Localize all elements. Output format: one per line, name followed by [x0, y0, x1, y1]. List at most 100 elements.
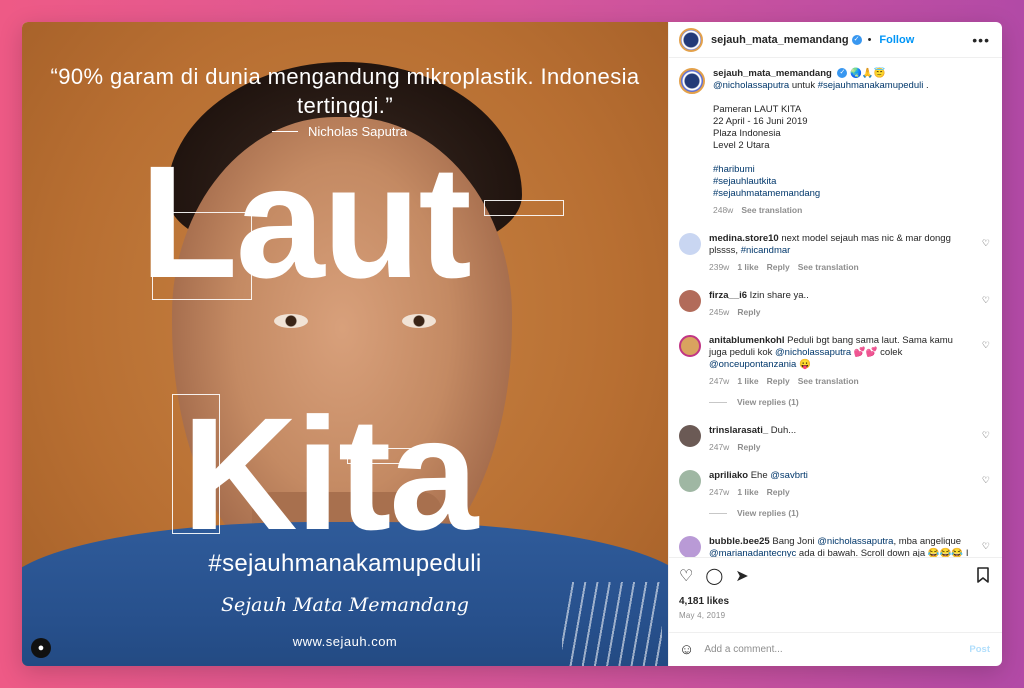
comment-body: medina.store10 next model sejauh mas nic…: [709, 233, 990, 273]
likes-count[interactable]: 4,181 likes: [679, 596, 990, 607]
comment-mention[interactable]: @nicholassaputra: [817, 536, 893, 547]
reply-button[interactable]: Reply: [767, 486, 790, 498]
comment-time[interactable]: 247w: [709, 441, 729, 453]
commenter-avatar[interactable]: [679, 290, 701, 312]
comment-text: Bang Joni: [772, 536, 815, 547]
caption-avatar[interactable]: [679, 68, 705, 94]
comment-likes[interactable]: 1 like: [737, 486, 758, 498]
see-translation-button[interactable]: See translation: [798, 261, 859, 273]
commenter-avatar[interactable]: [679, 335, 701, 357]
comment-body: anitablumenkohl Peduli bgt bang sama lau…: [709, 335, 990, 387]
comment-time[interactable]: 245w: [709, 306, 729, 318]
event-place: Plaza Indonesia: [713, 128, 781, 139]
commenter-avatar[interactable]: [679, 470, 701, 492]
see-translation-button[interactable]: See translation: [798, 375, 859, 387]
like-comment-heart-icon[interactable]: ♡: [982, 474, 990, 486]
comment-bubble-icon[interactable]: ◯: [705, 569, 723, 585]
brand-signature: Sejauh Mata Memandang: [221, 594, 469, 616]
event-level: Level 2 Utara: [713, 140, 770, 151]
comment-time[interactable]: 247w: [709, 375, 729, 387]
like-comment-heart-icon[interactable]: ♡: [982, 294, 990, 306]
comment-text: Duh...: [770, 425, 797, 436]
comment-username[interactable]: anitablumenkohl: [709, 335, 784, 346]
view-replies-button[interactable]: View replies (1): [709, 507, 990, 519]
comment-input[interactable]: [704, 644, 960, 655]
comment-username[interactable]: medina.store10: [709, 233, 779, 244]
view-replies-label: View replies (1): [737, 508, 799, 518]
comment-username[interactable]: trinslarasati_: [709, 425, 768, 436]
commenter-avatar[interactable]: [679, 425, 701, 447]
comment-meta: 247w 1 like Reply: [709, 486, 972, 498]
caption-meta: 248w See translation: [713, 204, 990, 216]
comment-body: apriliako Ehe @savbrti 247w 1 like Reply: [709, 470, 990, 498]
comment-mention[interactable]: @savbrti: [770, 470, 808, 481]
like-comment-heart-icon[interactable]: ♡: [982, 429, 990, 441]
post-date[interactable]: May 4, 2019: [679, 611, 990, 620]
post-comment-button[interactable]: Post: [969, 644, 990, 655]
like-comment-heart-icon[interactable]: ♡: [982, 540, 990, 552]
image-word-kita: Kita: [182, 384, 478, 563]
comment-mention[interactable]: @onceupontanzania: [709, 359, 796, 370]
reply-button[interactable]: Reply: [767, 375, 790, 387]
comment-likes[interactable]: 1 like: [737, 261, 758, 273]
header-username[interactable]: sejauh_mata_memandang: [711, 34, 849, 46]
post-modal: “90% garam di dunia mengandung mikroplas…: [22, 22, 1002, 666]
comment-text: 💕💕 colek: [853, 347, 903, 358]
comment-likes[interactable]: 1 like: [737, 375, 758, 387]
image-hashtag: #sejauhmanakamupeduli: [208, 550, 482, 577]
event-dates: 22 April - 16 Juni 2019: [713, 116, 808, 127]
comment-body: trinslarasati_ Duh... 247w Reply: [709, 425, 990, 453]
caption-username[interactable]: sejauh_mata_memandang: [713, 68, 832, 79]
comments-list[interactable]: sejauh_mata_memandang ✓ 🌏🙏😇 @nicholassap…: [669, 58, 1002, 557]
post-header: sejauh_mata_memandang ✓ • Follow •••: [669, 22, 1002, 58]
more-options-icon[interactable]: •••: [972, 32, 990, 48]
post-caption: sejauh_mata_memandang ✓ 🌏🙏😇 @nicholassap…: [679, 68, 990, 216]
caption-tag[interactable]: #haribumi: [713, 164, 990, 176]
comment-username[interactable]: apriliako: [709, 470, 748, 481]
view-replies-button[interactable]: View replies (1): [709, 396, 990, 408]
account-avatar[interactable]: [679, 27, 703, 52]
comment-time[interactable]: 239w: [709, 261, 729, 273]
comment-mention[interactable]: @marianadantecnyc: [709, 548, 796, 557]
reply-button[interactable]: Reply: [737, 306, 760, 318]
caption-tag[interactable]: #sejauhlautkita: [713, 176, 990, 188]
caption-time[interactable]: 248w: [713, 204, 733, 216]
comment-item: anitablumenkohl Peduli bgt bang sama lau…: [679, 335, 990, 387]
reply-button[interactable]: Reply: [767, 261, 790, 273]
like-heart-icon[interactable]: ♡: [679, 569, 693, 585]
emoji-icon[interactable]: ☺: [679, 641, 694, 658]
outline-frame: [152, 212, 252, 300]
comment-username[interactable]: firza__i6: [709, 290, 747, 301]
like-comment-heart-icon[interactable]: ♡: [982, 339, 990, 351]
add-comment-bar: ☺ Post: [669, 632, 1002, 666]
comment-meta: 247w Reply: [709, 441, 972, 453]
comment-item: bubble.bee25 Bang Joni @nicholassaputra,…: [679, 536, 990, 557]
comment-mention[interactable]: @nicholassaputra: [775, 347, 851, 358]
post-image[interactable]: “90% garam di dunia mengandung mikroplas…: [22, 22, 668, 666]
comment-meta: 245w Reply: [709, 306, 972, 318]
comment-username[interactable]: bubble.bee25: [709, 536, 770, 547]
caption-mention[interactable]: @nicholassaputra: [713, 80, 789, 91]
outline-frame: [484, 200, 564, 216]
reply-button[interactable]: Reply: [737, 441, 760, 453]
outline-frame: [347, 448, 417, 464]
save-bookmark-icon[interactable]: [976, 567, 990, 587]
caption-tag[interactable]: #sejauhmatamemandang: [713, 188, 990, 200]
commenter-avatar[interactable]: [679, 233, 701, 255]
commenter-avatar[interactable]: [679, 536, 701, 557]
follow-button[interactable]: Follow: [879, 34, 914, 46]
see-translation-button[interactable]: See translation: [741, 204, 802, 216]
caption-hashtag[interactable]: #sejauhmanakamupeduli: [818, 80, 924, 91]
like-comment-heart-icon[interactable]: ♡: [982, 237, 990, 249]
post-side-panel: sejauh_mata_memandang ✓ • Follow ••• sej…: [668, 22, 1002, 666]
comment-hashtag[interactable]: #nicandmar: [741, 245, 791, 256]
share-paper-plane-icon[interactable]: ➤: [735, 569, 748, 585]
verified-badge-icon: ✓: [851, 34, 862, 45]
tagged-user-icon[interactable]: ●: [31, 638, 51, 658]
comment-meta: 247w 1 like Reply See translation: [709, 375, 972, 387]
post-actions: ♡ ◯ ➤ 4,181 likes May 4, 2019: [669, 557, 1002, 620]
comment-text: ada di bawah. Scroll down aja 😂😂😂 I: [798, 548, 969, 557]
comment-item: apriliako Ehe @savbrti 247w 1 like Reply…: [679, 470, 990, 498]
comment-item: firza__i6 Izin share ya.. 245w Reply ♡: [679, 290, 990, 318]
comment-time[interactable]: 247w: [709, 486, 729, 498]
